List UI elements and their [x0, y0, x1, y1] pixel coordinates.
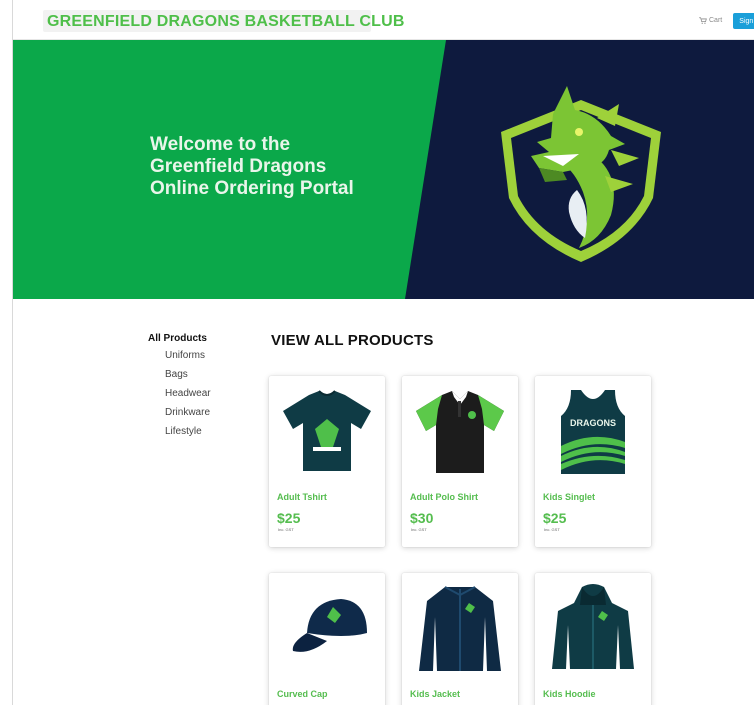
site-brand[interactable]: GREENFIELD DRAGONS BASKETBALL CLUB [47, 13, 405, 31]
jacket-icon [419, 586, 501, 671]
product-name[interactable]: Kids Jacket [410, 689, 460, 699]
product-card[interactable]: Adult Polo Shirt $30 Inc. GST [402, 376, 518, 547]
cart-link[interactable]: Cart [699, 17, 722, 24]
singlet-icon: DRAGONS [561, 390, 625, 474]
product-card[interactable]: Kids Hoodie [535, 573, 651, 705]
tshirt-icon [283, 390, 371, 471]
product-card[interactable]: Curved Cap [269, 573, 385, 705]
sidebar-item-drinkware[interactable]: Drinkware [165, 407, 211, 426]
top-navbar: GREENFIELD DRAGONS BASKETBALL CLUB Cart … [13, 0, 754, 40]
cart-label: Cart [709, 17, 723, 24]
hero-line-1: Welcome to the [150, 134, 291, 155]
hero-banner: Welcome to the Greenfield Dragons Online… [13, 40, 754, 299]
product-image: DRAGONS [535, 376, 651, 488]
dragon-logo-icon [501, 86, 661, 262]
product-gst-note: Inc. GST [544, 527, 560, 532]
cart-icon [699, 17, 707, 24]
product-image [269, 573, 385, 685]
product-gst-note: Inc. GST [278, 527, 294, 532]
product-card[interactable]: Adult Tshirt $25 Inc. GST [269, 376, 385, 547]
category-sidebar: All Products Uniforms Bags Headwear Drin… [148, 333, 211, 445]
product-card[interactable]: Kids Jacket [402, 573, 518, 705]
sidebar-item-headwear[interactable]: Headwear [165, 388, 211, 407]
product-image [535, 573, 651, 685]
product-image [269, 376, 385, 488]
cap-icon [292, 599, 367, 652]
hero-line-2: Greenfield Dragons [150, 156, 327, 177]
product-gst-note: Inc. GST [411, 527, 427, 532]
hero-title: Welcome to the Greenfield Dragons Online… [150, 134, 410, 200]
product-name[interactable]: Kids Hoodie [543, 689, 596, 699]
signin-button[interactable]: Sign in [733, 13, 754, 29]
svg-text:DRAGONS: DRAGONS [570, 418, 616, 428]
polo-shirt-icon [416, 391, 504, 473]
product-name[interactable]: Adult Polo Shirt [410, 492, 478, 502]
sidebar-item-uniforms[interactable]: Uniforms [165, 350, 211, 369]
page-title: VIEW ALL PRODUCTS [271, 332, 434, 349]
product-image [402, 376, 518, 488]
product-price: $30 [410, 510, 434, 526]
product-name[interactable]: Adult Tshirt [277, 492, 327, 502]
sidebar-item-lifestyle[interactable]: Lifestyle [165, 426, 211, 445]
product-price: $25 [543, 510, 567, 526]
product-name[interactable]: Kids Singlet [543, 492, 595, 502]
product-image [402, 573, 518, 685]
product-card[interactable]: DRAGONS Kids Singlet $25 Inc. GST [535, 376, 651, 547]
product-price: $25 [277, 510, 301, 526]
hero-line-3: Online Ordering Portal [150, 178, 354, 199]
product-name[interactable]: Curved Cap [277, 689, 328, 699]
sidebar-item-all-products[interactable]: All Products [148, 333, 211, 344]
hoodie-icon [552, 584, 634, 669]
sidebar-item-bags[interactable]: Bags [165, 369, 211, 388]
